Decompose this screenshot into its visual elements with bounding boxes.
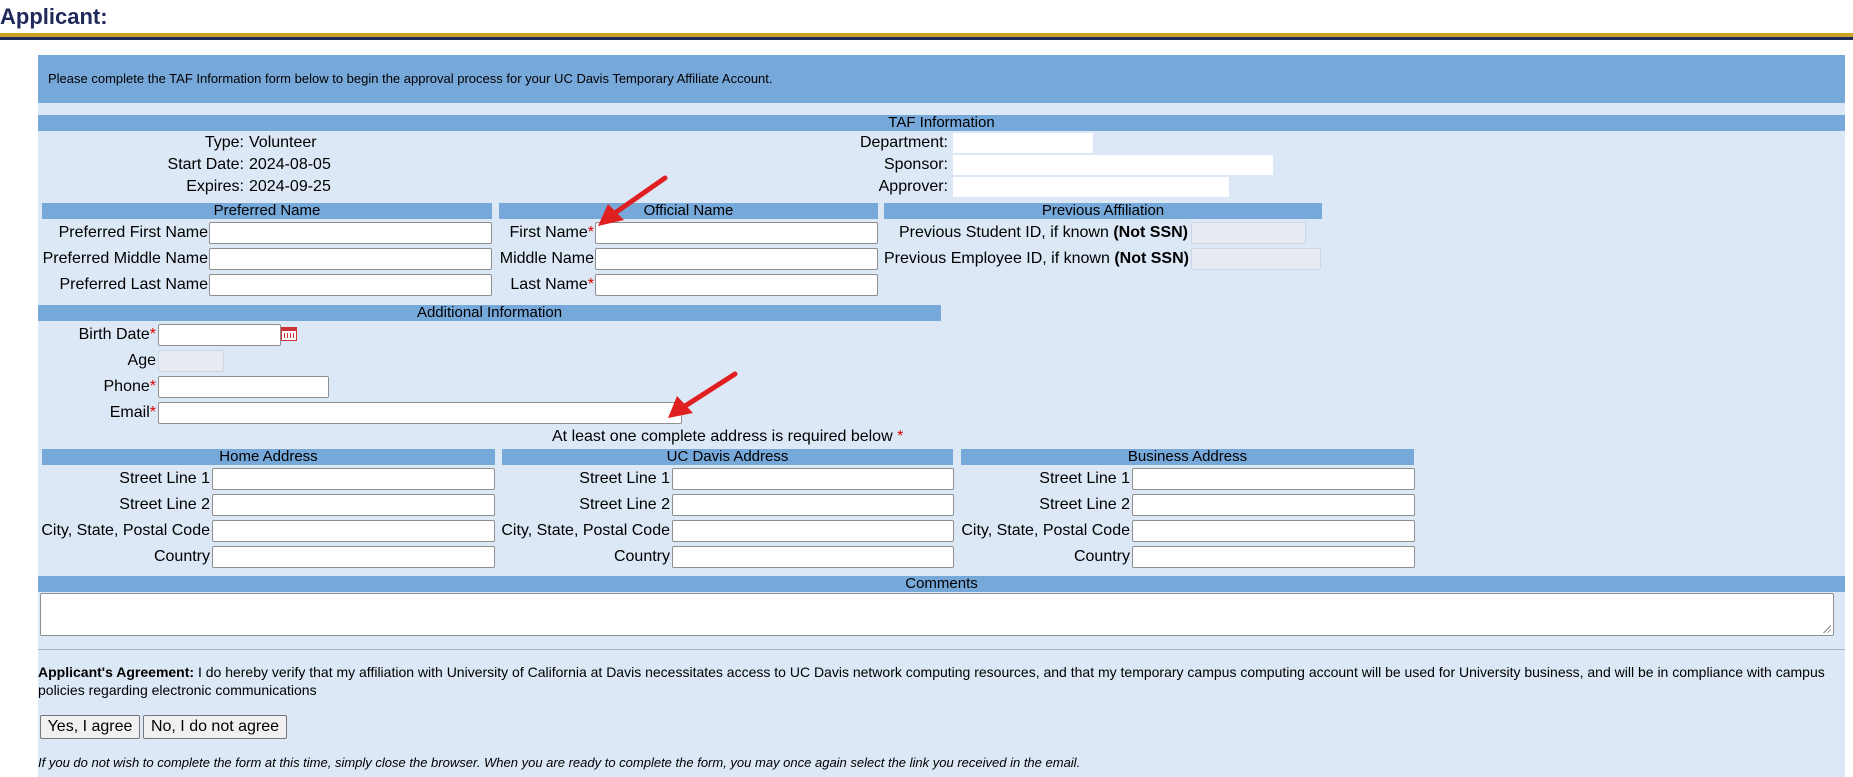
intro-banner: Please complete the TAF Information form… [38, 55, 1845, 103]
official-name-header: Official Name [499, 203, 878, 219]
ucd-street1-input[interactable] [672, 468, 954, 490]
page-title: Applicant: [0, 4, 108, 29]
header-rule-navy [0, 37, 1853, 40]
phone-label: Phone* [103, 378, 157, 395]
home-address-header: Home Address [42, 449, 495, 465]
business-country-label: Country [1073, 548, 1130, 565]
birth-date-label: Birth Date* [78, 326, 156, 343]
home-street1-input[interactable] [212, 468, 495, 490]
business-country-input[interactable] [1132, 546, 1415, 568]
email-input[interactable] [158, 402, 682, 424]
approver-label: Approver: [878, 178, 948, 195]
preferred-name-header: Preferred Name [42, 203, 492, 219]
preferred-middle-label: Preferred Middle Name [42, 250, 208, 267]
first-name-label: First Name* [509, 224, 594, 241]
business-street2-label: Street Line 2 [1039, 496, 1130, 513]
birth-date-input[interactable] [158, 324, 281, 346]
intro-text: Please complete the TAF Information form… [48, 71, 773, 86]
business-city-label: City, State, Postal Code [961, 522, 1130, 539]
comments-textarea[interactable] [40, 593, 1834, 636]
address-note: At least one complete address is require… [552, 428, 904, 445]
expires-label: Expires: [186, 178, 244, 195]
home-street1-label: Street Line 1 [119, 470, 210, 487]
ucd-city-label: City, State, Postal Code [501, 522, 670, 539]
home-city-input[interactable] [212, 520, 495, 542]
annotation-arrow [598, 175, 668, 226]
preferred-first-input[interactable] [209, 222, 492, 244]
home-street2-label: Street Line 2 [119, 496, 210, 513]
home-country-input[interactable] [212, 546, 495, 568]
start-date-value: 2024-08-05 [249, 156, 331, 173]
phone-input[interactable] [158, 376, 329, 398]
sponsor-label: Sponsor: [883, 156, 948, 173]
preferred-first-label: Preferred First Name [58, 224, 208, 241]
start-date-label: Start Date: [167, 156, 244, 173]
previous-student-id-input[interactable] [1191, 222, 1306, 244]
sponsor-value [953, 155, 1273, 175]
resize-grip-icon[interactable] [1823, 625, 1831, 633]
ucd-country-input[interactable] [672, 546, 954, 568]
agree-button[interactable]: Yes, I agree [40, 715, 140, 739]
additional-info-header: Additional Information [38, 305, 941, 321]
comments-header: Comments [38, 576, 1845, 592]
business-street2-input[interactable] [1132, 494, 1415, 516]
footer-note: If you do not wish to complete the form … [38, 755, 1081, 770]
ucd-country-label: Country [613, 548, 670, 565]
type-label: Type: [204, 134, 244, 151]
separator [38, 649, 1845, 650]
ucd-address-header: UC Davis Address [502, 449, 953, 465]
agreement-text: Applicant's Agreement: I do hereby verif… [38, 664, 1825, 698]
previous-employee-id-input[interactable] [1191, 248, 1321, 270]
disagree-button[interactable]: No, I do not agree [143, 715, 287, 739]
preferred-middle-input[interactable] [209, 248, 492, 270]
middle-name-label: Middle Name [499, 250, 594, 267]
department-label: Department: [859, 134, 948, 151]
home-country-label: Country [153, 548, 210, 565]
business-address-header: Business Address [961, 449, 1414, 465]
previous-student-label: Previous Student ID, if known (Not SSN) [899, 224, 1188, 241]
ucd-street1-label: Street Line 1 [579, 470, 670, 487]
annotation-arrow [668, 371, 738, 418]
last-name-input[interactable] [595, 274, 878, 296]
approver-value [953, 177, 1229, 197]
age-input[interactable] [158, 350, 224, 372]
home-street2-input[interactable] [212, 494, 495, 516]
middle-name-input[interactable] [595, 248, 878, 270]
type-value: Volunteer [249, 134, 317, 151]
home-city-label: City, State, Postal Code [41, 522, 210, 539]
preferred-last-label: Preferred Last Name [59, 276, 208, 293]
preferred-last-input[interactable] [209, 274, 492, 296]
ucd-street2-label: Street Line 2 [579, 496, 670, 513]
taf-header: TAF Information [38, 115, 1845, 131]
business-street1-input[interactable] [1132, 468, 1415, 490]
expires-value: 2024-09-25 [249, 178, 331, 195]
ucd-street2-input[interactable] [672, 494, 954, 516]
business-street1-label: Street Line 1 [1039, 470, 1130, 487]
business-city-input[interactable] [1132, 520, 1415, 542]
last-name-label: Last Name* [510, 276, 594, 293]
email-label: Email* [109, 404, 156, 421]
previous-affiliation-header: Previous Affiliation [884, 203, 1322, 219]
ucd-city-input[interactable] [672, 520, 954, 542]
calendar-icon[interactable] [281, 327, 297, 341]
previous-employee-label: Previous Employee ID, if known (Not SSN) [884, 250, 1189, 267]
age-label: Age [127, 352, 156, 369]
department-value [953, 133, 1093, 153]
